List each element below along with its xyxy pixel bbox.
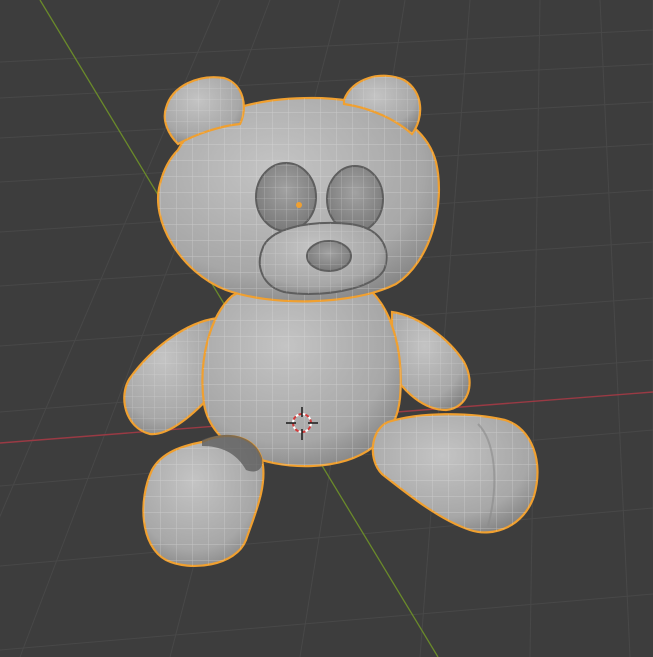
bear-nose[interactable] [306, 240, 352, 272]
3d-viewport[interactable] [0, 0, 653, 657]
bear-left-eye[interactable] [255, 162, 317, 232]
viewport-canvas[interactable] [0, 0, 653, 657]
object-origin-dot-icon [296, 202, 302, 208]
